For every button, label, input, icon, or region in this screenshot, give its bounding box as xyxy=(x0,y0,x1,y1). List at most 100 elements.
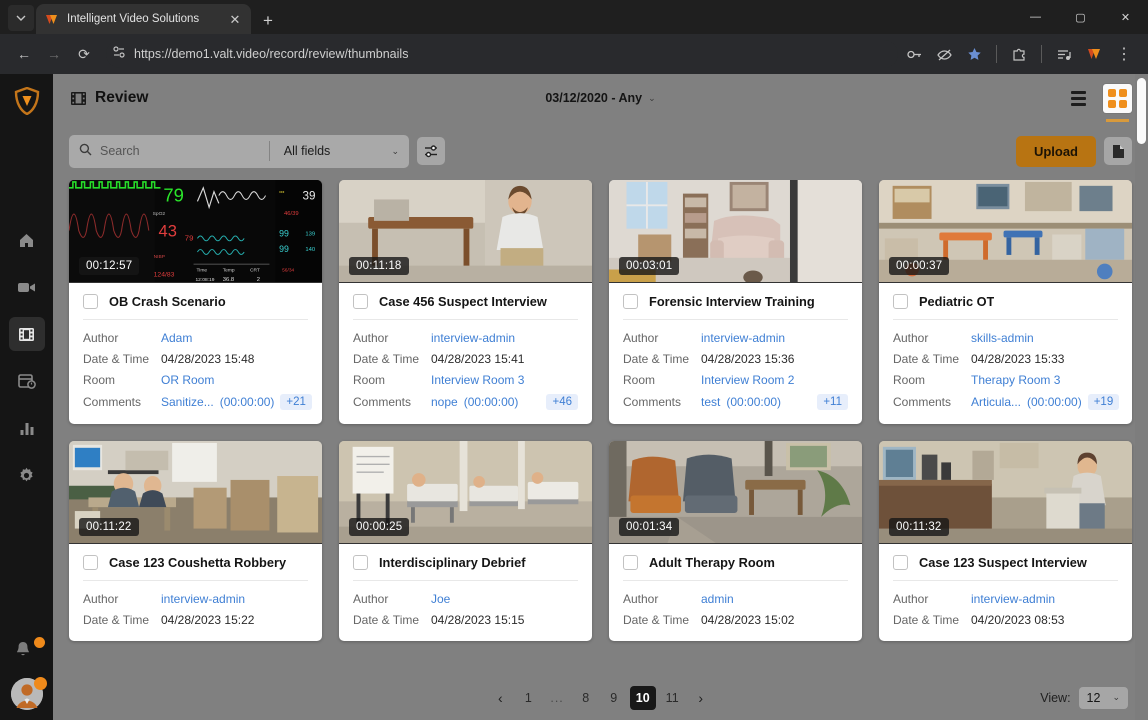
comment-text[interactable]: nope xyxy=(431,395,458,409)
close-window-button[interactable]: ✕ xyxy=(1103,0,1148,34)
comment-text[interactable]: Sanitize... xyxy=(161,395,214,409)
avatar[interactable] xyxy=(10,677,47,710)
recording-card[interactable]: 00:00:37 Pediatric OT Author skills-admi… xyxy=(879,180,1132,424)
upload-button[interactable]: Upload xyxy=(1015,135,1096,167)
author-value[interactable]: skills-admin xyxy=(971,331,1119,345)
page-button-1[interactable]: 1 xyxy=(516,686,540,710)
recording-card[interactable]: 00:11:18 Case 456 Suspect Interview Auth… xyxy=(339,180,592,424)
card-thumbnail[interactable]: 00:03:01 xyxy=(609,180,862,283)
recording-card[interactable]: 00:00:25 Interdisciplinary Debrief Autho… xyxy=(339,441,592,641)
tab-search-button[interactable] xyxy=(8,5,34,31)
content-scrollbar[interactable] xyxy=(1135,74,1148,720)
search-bar[interactable]: All fields ⌄ xyxy=(69,134,409,168)
sidebar-item-settings[interactable] xyxy=(9,458,45,492)
recording-card[interactable]: 00:01:34 Adult Therapy Room Author admin… xyxy=(609,441,862,641)
card-thumbnail[interactable]: 00:01:34 xyxy=(609,441,862,544)
password-key-icon[interactable] xyxy=(900,40,928,68)
card-checkbox[interactable] xyxy=(83,294,98,309)
address-bar[interactable]: https://demo1.valt.video/record/review/t… xyxy=(106,40,898,68)
page-button-9[interactable]: 9 xyxy=(602,686,626,710)
author-value[interactable]: interview-admin xyxy=(701,331,848,345)
card-checkbox[interactable] xyxy=(893,555,908,570)
comment-more-badge[interactable]: +46 xyxy=(546,394,578,410)
browser-tab[interactable]: Intelligent Video Solutions ✕ xyxy=(36,4,251,34)
card-thumbnail[interactable]: 00:11:32 xyxy=(879,441,1132,544)
room-value[interactable]: Interview Room 3 xyxy=(431,373,578,387)
date-filter[interactable]: 03/12/2020 - Any ⌄ xyxy=(53,91,1148,105)
export-document-button[interactable] xyxy=(1104,137,1132,165)
author-label: Author xyxy=(893,331,929,345)
next-page-button[interactable]: › xyxy=(689,686,713,710)
reload-button[interactable]: ⟳ xyxy=(70,40,98,68)
card-checkbox[interactable] xyxy=(893,294,908,309)
card-checkbox[interactable] xyxy=(353,555,368,570)
forward-button[interactable]: → xyxy=(40,40,68,68)
search-input[interactable] xyxy=(100,144,261,158)
new-tab-button[interactable]: + xyxy=(263,12,273,29)
author-value[interactable]: Joe xyxy=(431,592,578,606)
field-selector[interactable]: All fields ⌄ xyxy=(278,144,399,158)
sidebar-item-review[interactable] xyxy=(8,317,45,351)
author-value[interactable]: Adam xyxy=(161,331,312,345)
filter-button[interactable] xyxy=(417,137,445,165)
page-button-11[interactable]: 11 xyxy=(660,686,685,710)
list-view-button[interactable] xyxy=(1064,84,1093,113)
svg-text:56/34: 56/34 xyxy=(282,267,294,273)
card-checkbox[interactable] xyxy=(83,555,98,570)
scrollbar-thumb[interactable] xyxy=(1137,78,1146,144)
close-tab-icon[interactable]: ✕ xyxy=(227,13,243,26)
valt-shield-logo[interactable] xyxy=(14,86,40,116)
card-duration: 00:11:32 xyxy=(889,518,949,536)
back-button[interactable]: ← xyxy=(10,40,38,68)
room-value[interactable]: OR Room xyxy=(161,373,312,387)
card-checkbox[interactable] xyxy=(353,294,368,309)
card-thumbnail[interactable]: 00:00:37 xyxy=(879,180,1132,283)
card-thumbnail[interactable]: 00:11:22 xyxy=(69,441,322,544)
chevron-down-icon: ⌄ xyxy=(391,145,399,156)
page-button-8[interactable]: 8 xyxy=(574,686,598,710)
media-control-icon[interactable] xyxy=(1050,40,1078,68)
view-count-dropdown[interactable]: 12 ⌄ xyxy=(1078,686,1128,709)
card-thumbnail[interactable]: 79 43 79 SpO2 NIBP 124/83 Time Temp CRT … xyxy=(69,180,322,283)
site-settings-icon[interactable] xyxy=(112,45,126,64)
author-value[interactable]: interview-admin xyxy=(161,592,308,606)
author-value[interactable]: admin xyxy=(701,592,848,606)
card-thumbnail[interactable]: 00:11:18 xyxy=(339,180,592,283)
sidebar-item-notifications[interactable] xyxy=(14,637,45,664)
card-checkbox[interactable] xyxy=(623,555,638,570)
author-value[interactable]: interview-admin xyxy=(971,592,1118,606)
comment-more-badge[interactable]: +11 xyxy=(817,394,848,410)
author-value[interactable]: interview-admin xyxy=(431,331,578,345)
comment-text[interactable]: Articula... xyxy=(971,395,1021,409)
recording-card[interactable]: 00:11:32 Case 123 Suspect Interview Auth… xyxy=(879,441,1132,641)
valt-favicon xyxy=(44,12,59,27)
recording-card[interactable]: 00:11:22 Case 123 Coushetta Robbery Auth… xyxy=(69,441,322,641)
eye-off-icon[interactable] xyxy=(930,40,958,68)
comment-more-badge[interactable]: +19 xyxy=(1087,394,1120,410)
room-value[interactable]: Interview Room 2 xyxy=(701,373,848,387)
sidebar-item-reports[interactable] xyxy=(9,411,45,445)
sidebar-item-home[interactable] xyxy=(9,223,45,257)
prev-page-button[interactable]: ‹ xyxy=(488,686,512,710)
recording-card[interactable]: 00:03:01 Forensic Interview Training Aut… xyxy=(609,180,862,424)
cards-scroll-region[interactable]: 79 43 79 SpO2 NIBP 124/83 Time Temp CRT … xyxy=(53,180,1148,675)
browser-titlebar: Intelligent Video Solutions ✕ + — ▢ ✕ xyxy=(0,0,1148,34)
sidebar-item-schedule[interactable] xyxy=(9,364,45,398)
browser-menu-icon[interactable]: ⋮ xyxy=(1110,40,1138,68)
grid-view-button[interactable] xyxy=(1103,83,1132,122)
sidebar-item-record[interactable] xyxy=(9,270,45,304)
room-value[interactable]: Therapy Room 3 xyxy=(971,373,1119,387)
toolbar-divider-1 xyxy=(996,45,997,63)
page-button-10[interactable]: 10 xyxy=(629,685,656,710)
card-checkbox[interactable] xyxy=(623,294,638,309)
extensions-icon[interactable] xyxy=(1005,40,1033,68)
card-thumbnail[interactable]: 00:00:25 xyxy=(339,441,592,544)
comment-text[interactable]: test xyxy=(701,395,720,409)
bookmark-star-icon[interactable] xyxy=(960,40,988,68)
datetime-value: 04/28/2023 15:33 xyxy=(971,352,1065,366)
profile-icon[interactable] xyxy=(1080,40,1108,68)
minimize-button[interactable]: — xyxy=(1013,0,1058,34)
comment-more-badge[interactable]: +21 xyxy=(280,394,312,410)
maximize-button[interactable]: ▢ xyxy=(1058,0,1103,34)
recording-card[interactable]: 79 43 79 SpO2 NIBP 124/83 Time Temp CRT … xyxy=(69,180,322,424)
